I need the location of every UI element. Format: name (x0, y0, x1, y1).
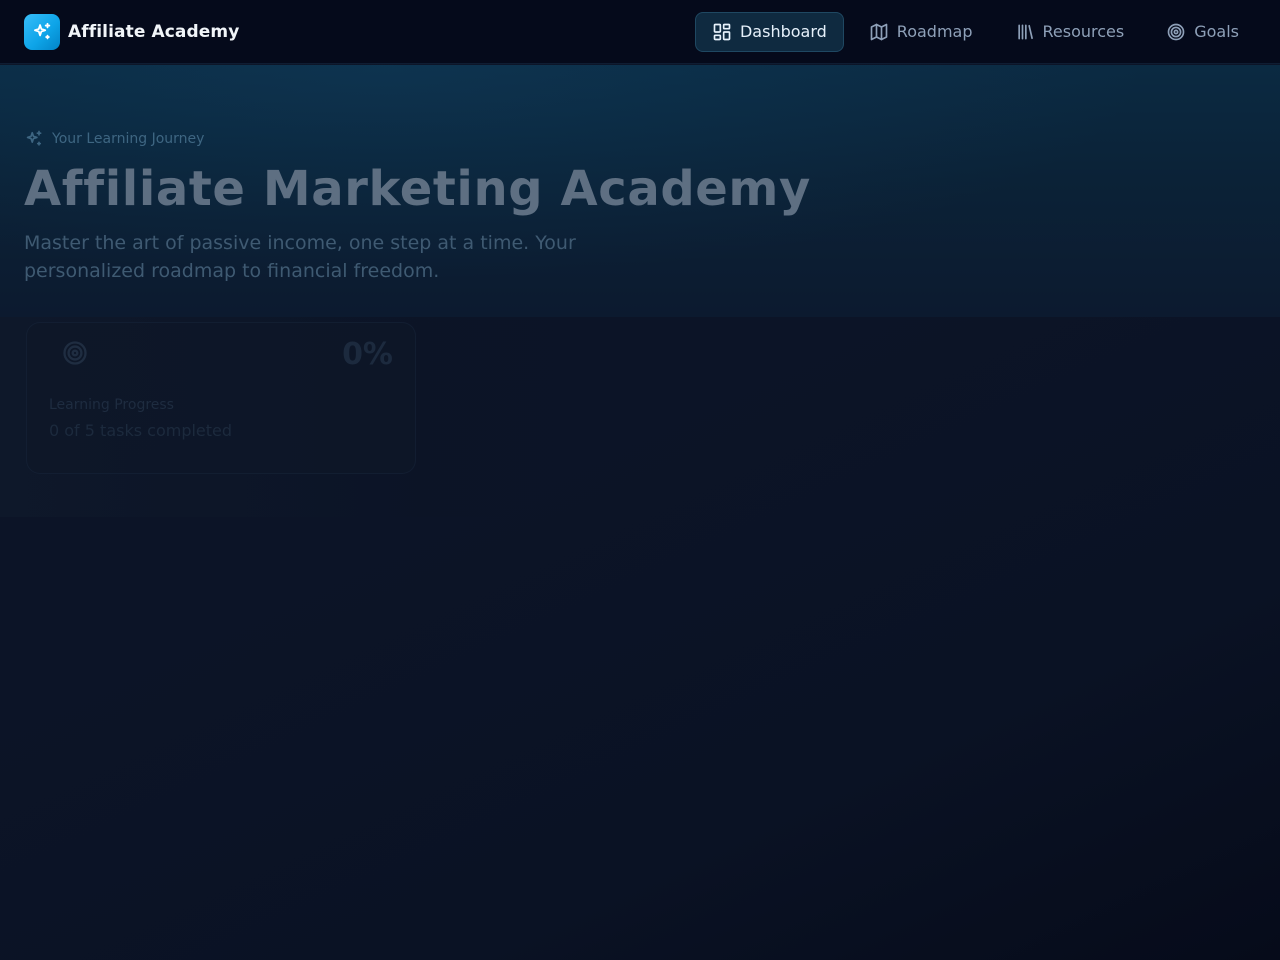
nav-item-dashboard[interactable]: Dashboard (694, 11, 844, 52)
hero-subtitle: Master the art of passive income, one st… (24, 232, 576, 282)
target-icon (63, 341, 87, 365)
library-icon (1017, 24, 1033, 40)
sparkles-icon (24, 13, 60, 50)
progress-label: Learning Progress (49, 397, 174, 413)
target-icon (1167, 23, 1185, 40)
main-nav: Dashboard Roadmap Resources Goals (694, 11, 1256, 52)
nav-item-label: Dashboard (739, 22, 827, 41)
page-title: Affiliate Marketing Academy (24, 161, 811, 217)
nav-item-label: Goals (1194, 22, 1239, 41)
hero-eyebrow-text: Your Learning Journey (52, 131, 205, 147)
nav-item-goals[interactable]: Goals (1149, 12, 1256, 52)
progress-card: 0% Learning Progress 0 of 5 tasks comple… (26, 322, 416, 474)
nav-item-label: Roadmap (896, 22, 973, 41)
map-icon (870, 23, 888, 40)
nav-item-label: Resources (1042, 22, 1125, 41)
sparkles-icon (26, 130, 42, 146)
top-navbar: Affiliate Academy Dashboard Roadmap Reso… (0, 0, 1280, 64)
hero-section: Your Learning Journey Affiliate Marketin… (0, 65, 1280, 317)
progress-detail: 0 of 5 tasks completed (49, 421, 233, 440)
layout-dashboard-icon (713, 23, 731, 40)
nav-item-resources[interactable]: Resources (998, 12, 1142, 52)
brand-name: Affiliate Academy (68, 21, 240, 42)
hero-eyebrow: Your Learning Journey (24, 129, 204, 149)
nav-item-roadmap[interactable]: Roadmap (852, 12, 990, 52)
brand[interactable]: Affiliate Academy (24, 13, 240, 50)
progress-percent: 0% (342, 337, 393, 372)
